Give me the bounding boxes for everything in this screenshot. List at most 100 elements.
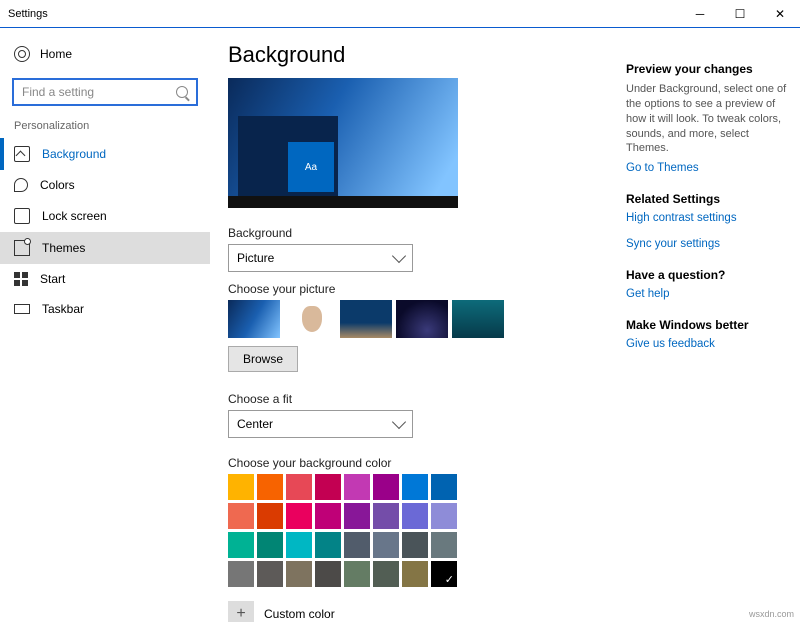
color-swatch[interactable]: [228, 503, 254, 529]
custom-color-row: + Custom color: [228, 601, 602, 622]
search-placeholder: Find a setting: [22, 85, 94, 99]
color-swatch[interactable]: [228, 474, 254, 500]
picture-icon: [14, 146, 30, 162]
color-swatch[interactable]: [373, 474, 399, 500]
palette-icon: [14, 178, 28, 192]
feedback-link[interactable]: Give us feedback: [626, 338, 788, 350]
contrast-link[interactable]: High contrast settings: [626, 212, 788, 224]
color-swatch[interactable]: [286, 503, 312, 529]
close-button[interactable]: ✕: [760, 0, 800, 28]
color-swatch[interactable]: [344, 474, 370, 500]
right-panel: Preview your changes Under Background, s…: [620, 28, 800, 622]
main-content: Background Aa Background Picture Choose …: [210, 28, 620, 622]
color-swatch[interactable]: [315, 474, 341, 500]
sidebar-item-label: Themes: [42, 241, 85, 255]
color-swatch[interactable]: [373, 503, 399, 529]
picture-thumb[interactable]: [452, 300, 504, 338]
better-heading: Make Windows better: [626, 318, 788, 332]
color-swatch[interactable]: [344, 532, 370, 558]
sidebar-item-themes[interactable]: Themes: [0, 232, 210, 264]
color-swatch[interactable]: [373, 561, 399, 587]
color-swatch[interactable]: [402, 532, 428, 558]
sidebar-item-background[interactable]: Background: [0, 138, 210, 170]
color-swatch[interactable]: [344, 561, 370, 587]
color-swatch[interactable]: [402, 503, 428, 529]
picture-thumb[interactable]: [228, 300, 280, 338]
sidebar-item-start[interactable]: Start: [0, 264, 210, 294]
color-swatch[interactable]: [228, 532, 254, 558]
chevron-down-icon: [392, 249, 406, 263]
watermark: wsxdn.com: [749, 609, 794, 619]
color-swatch[interactable]: [344, 503, 370, 529]
color-swatch[interactable]: [402, 474, 428, 500]
chevron-down-icon: [392, 415, 406, 429]
sidebar: Home Find a setting Personalization Back…: [0, 28, 210, 622]
sidebar-item-label: Start: [40, 272, 65, 286]
preview-heading: Preview your changes: [626, 62, 788, 76]
bgcolor-label: Choose your background color: [228, 456, 602, 470]
browse-button[interactable]: Browse: [228, 346, 298, 372]
start-icon: [14, 272, 28, 286]
lock-icon: [14, 208, 30, 224]
sidebar-item-lockscreen[interactable]: Lock screen: [0, 200, 210, 232]
sidebar-item-label: Lock screen: [42, 209, 107, 223]
picture-thumb[interactable]: [396, 300, 448, 338]
color-swatch[interactable]: [286, 561, 312, 587]
color-swatch[interactable]: [402, 561, 428, 587]
color-swatch[interactable]: [431, 561, 457, 587]
color-swatch[interactable]: [257, 532, 283, 558]
themes-link[interactable]: Go to Themes: [626, 162, 788, 174]
sidebar-item-colors[interactable]: Colors: [0, 170, 210, 200]
color-swatch[interactable]: [286, 532, 312, 558]
custom-color-button[interactable]: +: [228, 601, 254, 622]
color-swatch[interactable]: [431, 532, 457, 558]
preview-text: Under Background, select one of the opti…: [626, 82, 788, 156]
sidebar-item-label: Colors: [40, 178, 75, 192]
dropdown-value: Picture: [237, 251, 274, 265]
sync-link[interactable]: Sync your settings: [626, 238, 788, 250]
color-grid: [228, 474, 602, 587]
color-swatch[interactable]: [315, 561, 341, 587]
minimize-button[interactable]: ─: [680, 0, 720, 28]
titlebar: Settings ─ ☐ ✕: [0, 0, 800, 28]
window-title: Settings: [8, 8, 680, 20]
color-swatch[interactable]: [373, 532, 399, 558]
dropdown-value: Center: [237, 417, 273, 431]
background-preview: Aa: [228, 78, 458, 208]
color-swatch[interactable]: [228, 561, 254, 587]
picture-thumbnails: [228, 300, 602, 338]
color-swatch[interactable]: [315, 532, 341, 558]
home-button[interactable]: Home: [0, 40, 210, 68]
gear-icon: [14, 46, 30, 62]
color-swatch[interactable]: [315, 503, 341, 529]
page-title: Background: [228, 42, 602, 68]
color-swatch[interactable]: [431, 503, 457, 529]
sidebar-item-label: Taskbar: [42, 302, 84, 316]
choose-picture-label: Choose your picture: [228, 282, 602, 296]
color-swatch[interactable]: [431, 474, 457, 500]
fit-dropdown[interactable]: Center: [228, 410, 413, 438]
color-swatch[interactable]: [257, 474, 283, 500]
home-label: Home: [40, 47, 72, 61]
help-link[interactable]: Get help: [626, 288, 788, 300]
category-label: Personalization: [0, 120, 210, 138]
fit-label: Choose a fit: [228, 392, 602, 406]
custom-color-label: Custom color: [264, 607, 335, 621]
search-icon: [176, 86, 188, 98]
preview-tile: Aa: [288, 142, 334, 192]
color-swatch[interactable]: [286, 474, 312, 500]
sidebar-item-taskbar[interactable]: Taskbar: [0, 294, 210, 324]
theme-icon: [14, 240, 30, 256]
search-input[interactable]: Find a setting: [12, 78, 198, 106]
background-dropdown[interactable]: Picture: [228, 244, 413, 272]
color-swatch[interactable]: [257, 561, 283, 587]
picture-thumb[interactable]: [284, 300, 336, 338]
picture-thumb[interactable]: [340, 300, 392, 338]
question-heading: Have a question?: [626, 268, 788, 282]
background-label: Background: [228, 226, 602, 240]
taskbar-icon: [14, 304, 30, 314]
color-swatch[interactable]: [257, 503, 283, 529]
related-heading: Related Settings: [626, 192, 788, 206]
sidebar-item-label: Background: [42, 147, 106, 161]
maximize-button[interactable]: ☐: [720, 0, 760, 28]
